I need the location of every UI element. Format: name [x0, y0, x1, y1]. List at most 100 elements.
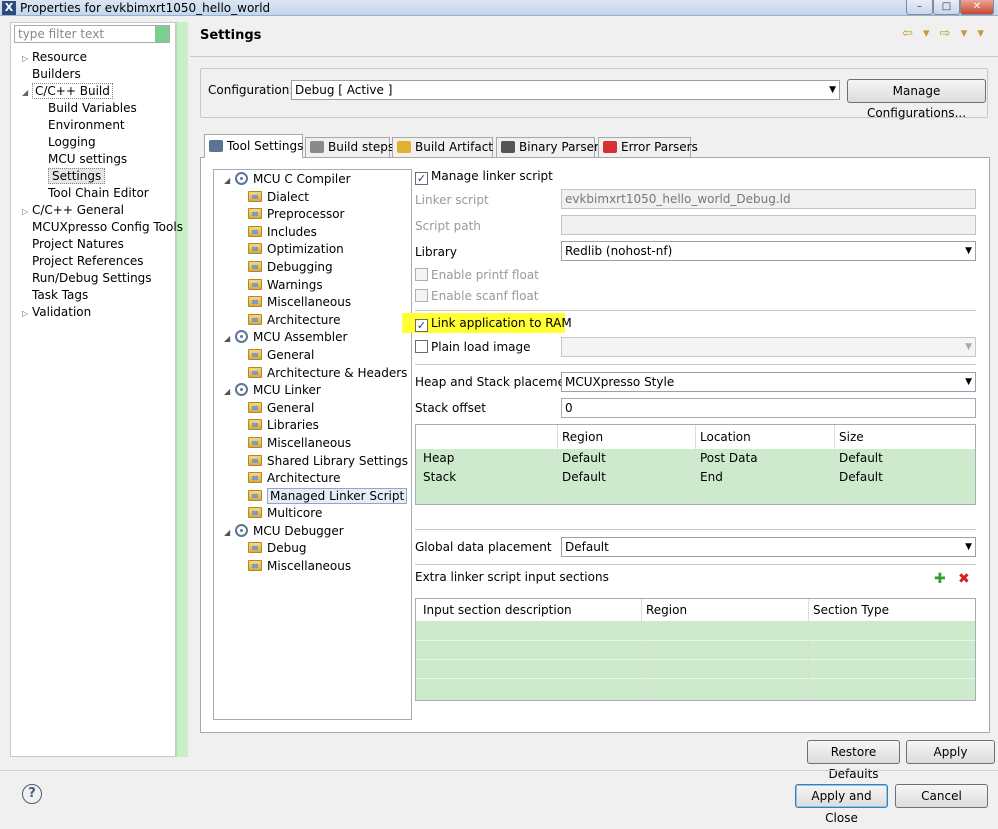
tree-option-node[interactable]: Multicore: [224, 505, 409, 523]
cell-name: Heap: [423, 451, 455, 465]
expand-toggle-icon[interactable]: ▷: [22, 203, 32, 220]
library-value: Redlib (nohost-nf): [565, 244, 673, 258]
close-button[interactable]: ✕: [960, 0, 994, 15]
tab-build-artifact[interactable]: Build Artifact: [392, 137, 493, 157]
tab-error-parsers[interactable]: Error Parsers: [598, 137, 698, 157]
expand-toggle-icon[interactable]: ▷: [22, 50, 32, 67]
collapse-toggle-icon[interactable]: ◢: [224, 172, 235, 190]
nav-item[interactable]: MCU settings: [22, 151, 172, 168]
nav-item[interactable]: ▷ C/C++ General: [22, 202, 172, 219]
table-row[interactable]: Stack Default End Default: [416, 468, 975, 487]
tree-option-node[interactable]: Managed Linker Script: [224, 487, 409, 506]
tree-tool-node[interactable]: ◢ MCU C Compiler: [224, 171, 409, 189]
nav-item[interactable]: Task Tags: [22, 287, 172, 304]
add-icon[interactable]: ✚: [934, 571, 946, 587]
column-header-size[interactable]: Size: [839, 428, 864, 446]
manage-configurations-button[interactable]: Manage Configurations...: [847, 79, 986, 120]
nav-item[interactable]: ▷ Resource: [22, 49, 172, 66]
tree-option-node[interactable]: Libraries: [224, 417, 409, 435]
tab-tool-settings[interactable]: Tool Settings: [204, 134, 303, 158]
collapse-toggle-icon[interactable]: ◢: [224, 383, 235, 401]
chevron-down-icon: ▼: [965, 246, 972, 256]
nav-item[interactable]: MCUXpresso Config Tools: [22, 219, 183, 236]
tree-option-node[interactable]: General: [224, 400, 409, 418]
table-row[interactable]: Heap Default Post Data Default: [416, 449, 975, 468]
filter-input[interactable]: [14, 25, 170, 43]
tree-option-node[interactable]: Architecture: [224, 470, 409, 488]
column-header-section-type[interactable]: Section Type: [813, 601, 889, 619]
configuration-select[interactable]: Debug [ Active ] ▼: [291, 80, 840, 100]
nav-item[interactable]: Logging: [22, 134, 172, 151]
tree-option-node[interactable]: Debug: [224, 540, 409, 558]
filter-clear-icon[interactable]: [155, 26, 169, 42]
tree-node-label: Optimization: [267, 242, 344, 257]
tab-build-steps[interactable]: Build steps: [305, 137, 394, 157]
history-nav-icon[interactable]: ⇦ ▾ ⇨ ▾ ▾: [902, 26, 987, 41]
tree-option-node[interactable]: Warnings: [224, 277, 409, 295]
enable-scanf-float-checkbox: Enable scanf float: [415, 289, 539, 303]
nav-item[interactable]: Run/Debug Settings: [22, 270, 172, 287]
remove-icon[interactable]: ✖: [958, 571, 970, 587]
expand-toggle-icon[interactable]: ◢: [22, 84, 32, 101]
checkbox-unchecked-icon: [415, 268, 428, 281]
collapse-toggle-icon[interactable]: ◢: [224, 330, 235, 348]
tree-node-label: Debug: [267, 541, 307, 556]
nav-item[interactable]: Builders: [22, 66, 172, 83]
stack-offset-input[interactable]: 0: [561, 398, 976, 418]
nav-item[interactable]: Project Natures: [22, 236, 172, 253]
tree-option-node[interactable]: Shared Library Settings: [224, 453, 409, 471]
tree-option-node[interactable]: Architecture & Headers: [224, 365, 409, 383]
library-select[interactable]: Redlib (nohost-nf) ▼: [561, 241, 976, 261]
column-header-input-section[interactable]: Input section description: [423, 601, 572, 619]
heap-stack-placement-select[interactable]: MCUXpresso Style ▼: [561, 372, 976, 392]
tree-option-node[interactable]: Dialect: [224, 189, 409, 207]
options-folder-icon: [248, 472, 262, 484]
tree-tool-node[interactable]: ◢ MCU Assembler: [224, 329, 409, 347]
restore-defaults-button[interactable]: Restore Defaults: [807, 740, 900, 781]
apply-and-close-button[interactable]: Apply and Close: [795, 784, 888, 825]
tree-option-node[interactable]: Includes: [224, 224, 409, 242]
minimize-button[interactable]: –: [906, 0, 933, 15]
tab-label: Error Parsers: [621, 140, 698, 154]
column-header-location[interactable]: Location: [700, 428, 751, 446]
tree-option-node[interactable]: Debugging: [224, 259, 409, 277]
plain-load-image-checkbox[interactable]: Plain load image: [415, 340, 531, 354]
tree-tool-node[interactable]: ◢ MCU Linker: [224, 382, 409, 400]
nav-item[interactable]: Settings: [22, 168, 172, 185]
nav-item[interactable]: ◢ C/C++ Build: [22, 83, 172, 100]
maximize-button[interactable]: □: [933, 0, 960, 15]
apply-button[interactable]: Apply: [906, 740, 995, 764]
tab-binary-parsers[interactable]: Binary Parsers: [496, 137, 605, 157]
tree-option-node[interactable]: Miscellaneous: [224, 558, 409, 576]
gear-icon: [235, 383, 248, 397]
tree-option-node[interactable]: Miscellaneous: [224, 294, 409, 312]
tree-option-node[interactable]: Optimization: [224, 241, 409, 259]
options-folder-icon: [248, 454, 262, 466]
help-icon[interactable]: ?: [22, 784, 42, 804]
nav-item[interactable]: Build Variables: [22, 100, 172, 117]
tab-icon: [501, 141, 515, 153]
expand-toggle-icon[interactable]: ▷: [22, 305, 32, 322]
nav-item[interactable]: ▷ Validation: [22, 304, 172, 321]
tree-option-node[interactable]: Architecture: [224, 312, 409, 330]
column-header-region[interactable]: Region: [646, 601, 687, 619]
column-header-region[interactable]: Region: [562, 428, 603, 446]
manage-linker-script-checkbox[interactable]: ✓ Manage linker script: [415, 169, 553, 185]
tree-node-label: Miscellaneous: [267, 295, 352, 310]
chevron-down-icon: ▼: [965, 542, 972, 552]
cancel-button[interactable]: Cancel: [895, 784, 988, 808]
sash-divider[interactable]: [176, 22, 188, 757]
link-to-ram-checkbox[interactable]: ✓ Link application to RAM: [415, 316, 572, 332]
tree-option-node[interactable]: Preprocessor: [224, 206, 409, 224]
tree-option-node[interactable]: Miscellaneous: [224, 435, 409, 453]
nav-item[interactable]: Tool Chain Editor: [22, 185, 172, 202]
nav-item[interactable]: Environment: [22, 117, 172, 134]
enable-printf-float-label: Enable printf float: [431, 268, 539, 282]
global-data-placement-select[interactable]: Default ▼: [561, 537, 976, 557]
collapse-toggle-icon[interactable]: ◢: [224, 524, 235, 542]
configuration-value: Debug [ Active ]: [295, 83, 393, 97]
tree-tool-node[interactable]: ◢ MCU Debugger: [224, 523, 409, 541]
checkbox-unchecked-icon: [415, 289, 428, 302]
nav-item[interactable]: Project References: [22, 253, 172, 270]
tree-option-node[interactable]: General: [224, 347, 409, 365]
